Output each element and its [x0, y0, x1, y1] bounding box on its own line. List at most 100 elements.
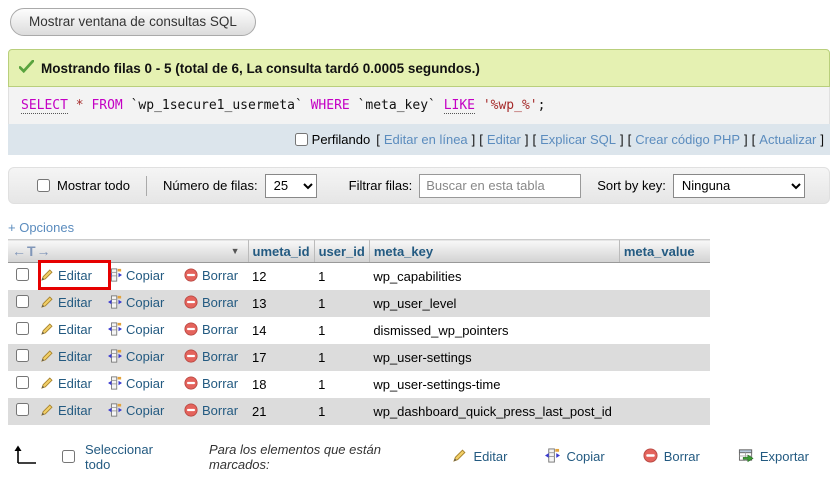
column-header-meta-key[interactable]: meta_key [369, 240, 619, 263]
cell-meta-value [619, 398, 710, 425]
selected-export-button[interactable]: Exportar [738, 448, 809, 466]
row-copy-link[interactable]: Copiar [126, 295, 164, 310]
profiling-label: Perfilando [312, 132, 371, 147]
sql-star: * [76, 98, 84, 113]
cell-umeta-id: 14 [248, 317, 314, 344]
column-header-umeta-id[interactable]: umeta_id [248, 240, 314, 263]
selected-delete-button[interactable]: Borrar [643, 448, 700, 466]
results-table-wrap: ←T→ ▼ umeta_id user_id meta_key meta_val… [8, 239, 837, 425]
cell-meta-value [619, 344, 710, 371]
cell-meta-key: wp_user-settings-time [369, 371, 619, 398]
sql-query-display: SELECT * FROM `wp_1secure1_usermeta` WHE… [8, 87, 830, 124]
with-selected-label: Para los elementos que están marcados: [209, 442, 429, 472]
show-all-label: Mostrar todo [57, 178, 130, 193]
copy-icon [108, 268, 122, 285]
row-delete-link[interactable]: Borrar [202, 322, 238, 337]
query-result-block: Mostrando filas 0 - 5 (total de 6, La co… [8, 49, 830, 155]
delete-icon [643, 448, 658, 466]
copy-icon [108, 376, 122, 393]
cell-meta-key: wp_user_level [369, 290, 619, 317]
cell-meta-value [619, 263, 710, 290]
row-edit-link[interactable]: Editar [58, 295, 92, 310]
profiling-checkbox[interactable] [295, 133, 308, 146]
row-copy-link[interactable]: Copiar [126, 376, 164, 391]
divider [146, 176, 147, 196]
sql-keyword[interactable]: LIKE [444, 98, 475, 114]
sql-keyword: FROM [91, 98, 122, 113]
copy-icon [108, 403, 122, 420]
pencil-icon [40, 376, 54, 393]
row-edit-link[interactable]: Editar [58, 349, 92, 364]
row-checkbox[interactable] [16, 376, 29, 389]
copy-icon [108, 322, 122, 339]
filter-rows-label: Filtrar filas: [349, 178, 413, 193]
row-checkbox[interactable] [16, 403, 29, 416]
pencil-icon [40, 403, 54, 420]
sql-column-name: `meta_key` [358, 98, 436, 113]
cell-meta-value [619, 290, 710, 317]
show-all-checkbox[interactable] [37, 179, 50, 192]
pencil-icon [452, 448, 467, 466]
browse-navigation-icon[interactable]: ←T→ [12, 243, 52, 259]
sql-keyword[interactable]: SELECT [21, 98, 68, 114]
cell-meta-value [619, 317, 710, 344]
options-toggle-link[interactable]: + Opciones [8, 220, 74, 235]
table-row: Editar Copiar Borrar 18 1 wp_user-settin… [8, 371, 710, 398]
sort-by-key-select[interactable]: Ninguna [673, 174, 805, 198]
row-delete-link[interactable]: Borrar [202, 376, 238, 391]
pencil-icon [40, 268, 54, 285]
refresh-link[interactable]: Actualizar [759, 132, 816, 147]
row-checkbox[interactable] [16, 268, 29, 281]
table-row: Editar Copiar Borrar 21 1 wp_dashboard_q… [8, 398, 710, 425]
sort-desc-icon[interactable]: ▼ [231, 246, 240, 256]
row-delete-link[interactable]: Borrar [202, 295, 238, 310]
row-edit-link[interactable]: Editar [58, 403, 92, 418]
select-all-checkbox[interactable] [62, 450, 75, 463]
success-check-icon [19, 60, 34, 76]
num-rows-select[interactable]: 25 [265, 174, 317, 198]
cell-umeta-id: 21 [248, 398, 314, 425]
cell-umeta-id: 12 [248, 263, 314, 290]
cell-meta-key: wp_user-settings [369, 344, 619, 371]
export-icon [738, 448, 754, 466]
row-edit-link[interactable]: Editar [58, 322, 92, 337]
create-php-code-link[interactable]: Crear código PHP [635, 132, 740, 147]
pencil-icon [40, 349, 54, 366]
row-copy-link[interactable]: Copiar [126, 322, 164, 337]
row-checkbox[interactable] [16, 295, 29, 308]
table-row: Editar Copiar Borrar 12 1 wp_capabilitie… [8, 263, 710, 290]
column-header-meta-value[interactable]: meta_value [619, 240, 710, 263]
row-delete-link[interactable]: Borrar [202, 349, 238, 364]
copy-icon [545, 448, 560, 466]
row-copy-link[interactable]: Copiar [126, 268, 164, 283]
row-checkbox[interactable] [16, 349, 29, 362]
row-copy-link[interactable]: Copiar [126, 349, 164, 364]
selected-copy-button[interactable]: Copiar [545, 448, 604, 466]
cell-meta-key: wp_dashboard_quick_press_last_post_id [369, 398, 619, 425]
selected-edit-button[interactable]: Editar [452, 448, 507, 466]
edit-link[interactable]: Editar [487, 132, 521, 147]
table-row: Editar Copiar Borrar 13 1 wp_user_level [8, 290, 710, 317]
edit-inline-link[interactable]: Editar en línea [384, 132, 468, 147]
column-header-user-id[interactable]: user_id [314, 240, 369, 263]
cell-umeta-id: 13 [248, 290, 314, 317]
pencil-icon [40, 322, 54, 339]
row-copy-link[interactable]: Copiar [126, 403, 164, 418]
cell-user-id: 1 [314, 398, 369, 425]
check-all-arrow-icon [14, 445, 38, 468]
cell-user-id: 1 [314, 344, 369, 371]
row-delete-link[interactable]: Borrar [202, 268, 238, 283]
table-row: Editar Copiar Borrar 14 1 dismissed_wp_p… [8, 317, 710, 344]
copy-icon [108, 349, 122, 366]
select-all-link[interactable]: Seleccionar todo [85, 442, 175, 472]
row-checkbox[interactable] [16, 322, 29, 335]
show-sql-window-button[interactable]: Mostrar ventana de consultas SQL [10, 8, 256, 36]
row-edit-link[interactable]: Editar [58, 268, 92, 283]
row-edit-link[interactable]: Editar [58, 376, 92, 391]
delete-icon [184, 295, 198, 312]
row-delete-link[interactable]: Borrar [202, 403, 238, 418]
filter-rows-input[interactable] [419, 174, 581, 198]
table-row: Editar Copiar Borrar 17 1 wp_user-settin… [8, 344, 710, 371]
pencil-icon [40, 295, 54, 312]
explain-sql-link[interactable]: Explicar SQL [540, 132, 616, 147]
